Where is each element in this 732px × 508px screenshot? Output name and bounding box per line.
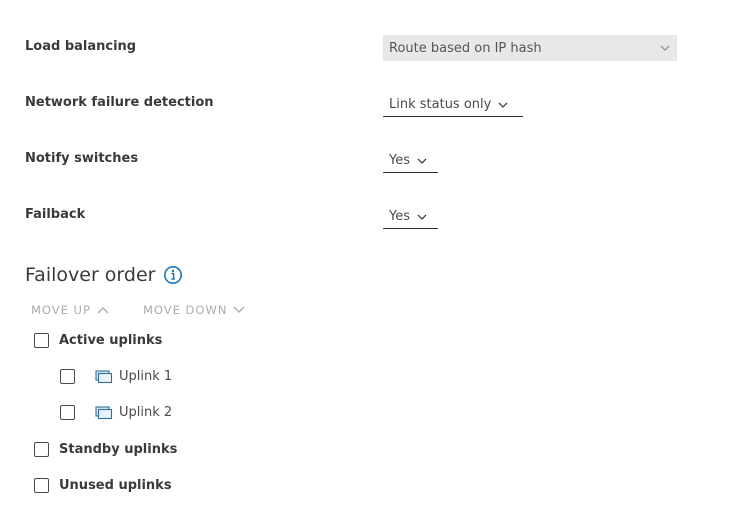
chevron-down-icon bbox=[416, 211, 428, 223]
move-down-label: MOVE DOWN bbox=[143, 303, 228, 317]
chevron-down-icon bbox=[416, 155, 428, 167]
move-up-label: MOVE UP bbox=[31, 303, 91, 317]
standby-uplinks-checkbox[interactable] bbox=[34, 442, 49, 457]
uplink-1-row: Uplink 1 bbox=[60, 369, 172, 384]
chevron-down-icon bbox=[659, 42, 671, 54]
failover-order-heading: Failover order bbox=[25, 264, 183, 286]
info-icon[interactable] bbox=[163, 265, 183, 285]
load-balancing-label: Load balancing bbox=[25, 39, 137, 54]
uplink-1-label: Uplink 1 bbox=[119, 369, 173, 384]
unused-uplinks-label: Unused uplinks bbox=[59, 478, 172, 493]
unused-uplinks-row: Unused uplinks bbox=[34, 478, 172, 493]
standby-uplinks-label: Standby uplinks bbox=[59, 442, 178, 457]
uplink-1-checkbox[interactable] bbox=[60, 369, 75, 384]
chevron-down-icon bbox=[233, 303, 245, 317]
failback-value: Yes bbox=[389, 209, 410, 224]
active-uplinks-row: Active uplinks bbox=[34, 333, 162, 348]
network-failure-detection-value: Link status only bbox=[389, 97, 492, 112]
active-uplinks-checkbox[interactable] bbox=[34, 333, 49, 348]
uplink-2-checkbox[interactable] bbox=[60, 405, 75, 420]
failback-label: Failback bbox=[25, 207, 86, 222]
chevron-up-icon bbox=[97, 303, 109, 317]
standby-uplinks-row: Standby uplinks bbox=[34, 442, 177, 457]
uplink-icon bbox=[95, 405, 113, 420]
active-uplinks-label: Active uplinks bbox=[59, 333, 163, 348]
failback-select[interactable]: Yes bbox=[383, 205, 438, 229]
notify-switches-value: Yes bbox=[389, 153, 410, 168]
move-up-button[interactable]: MOVE UP bbox=[31, 303, 109, 317]
network-failure-detection-select[interactable]: Link status only bbox=[383, 93, 523, 117]
uplink-2-row: Uplink 2 bbox=[60, 405, 172, 420]
chevron-down-icon bbox=[497, 99, 509, 111]
load-balancing-value: Route based on IP hash bbox=[389, 40, 542, 56]
notify-switches-select[interactable]: Yes bbox=[383, 149, 438, 173]
uplink-2-label: Uplink 2 bbox=[119, 405, 173, 420]
network-failure-detection-label: Network failure detection bbox=[25, 95, 214, 110]
notify-switches-label: Notify switches bbox=[25, 151, 139, 166]
move-down-button[interactable]: MOVE DOWN bbox=[143, 303, 245, 317]
load-balancing-select: Route based on IP hash bbox=[383, 35, 677, 61]
failover-order-title: Failover order bbox=[25, 264, 156, 286]
uplink-icon bbox=[95, 369, 113, 384]
unused-uplinks-checkbox[interactable] bbox=[34, 478, 49, 493]
